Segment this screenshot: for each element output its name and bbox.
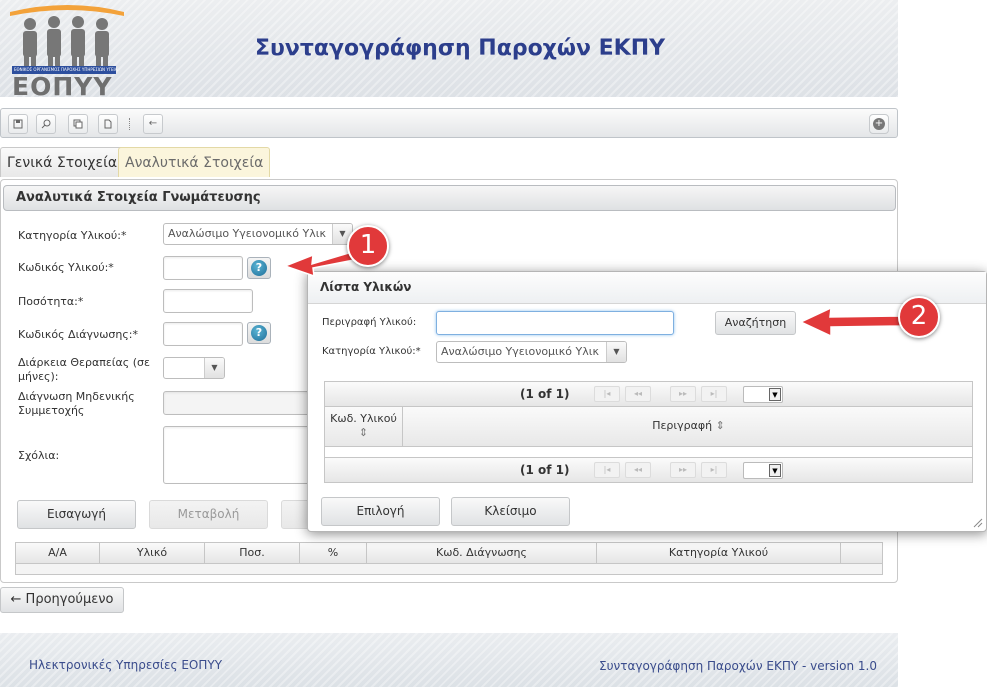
annotation-marker-1: 1: [347, 225, 389, 267]
annotation-marker-2: 2: [898, 296, 940, 338]
annotation-arrows: [282, 251, 903, 338]
